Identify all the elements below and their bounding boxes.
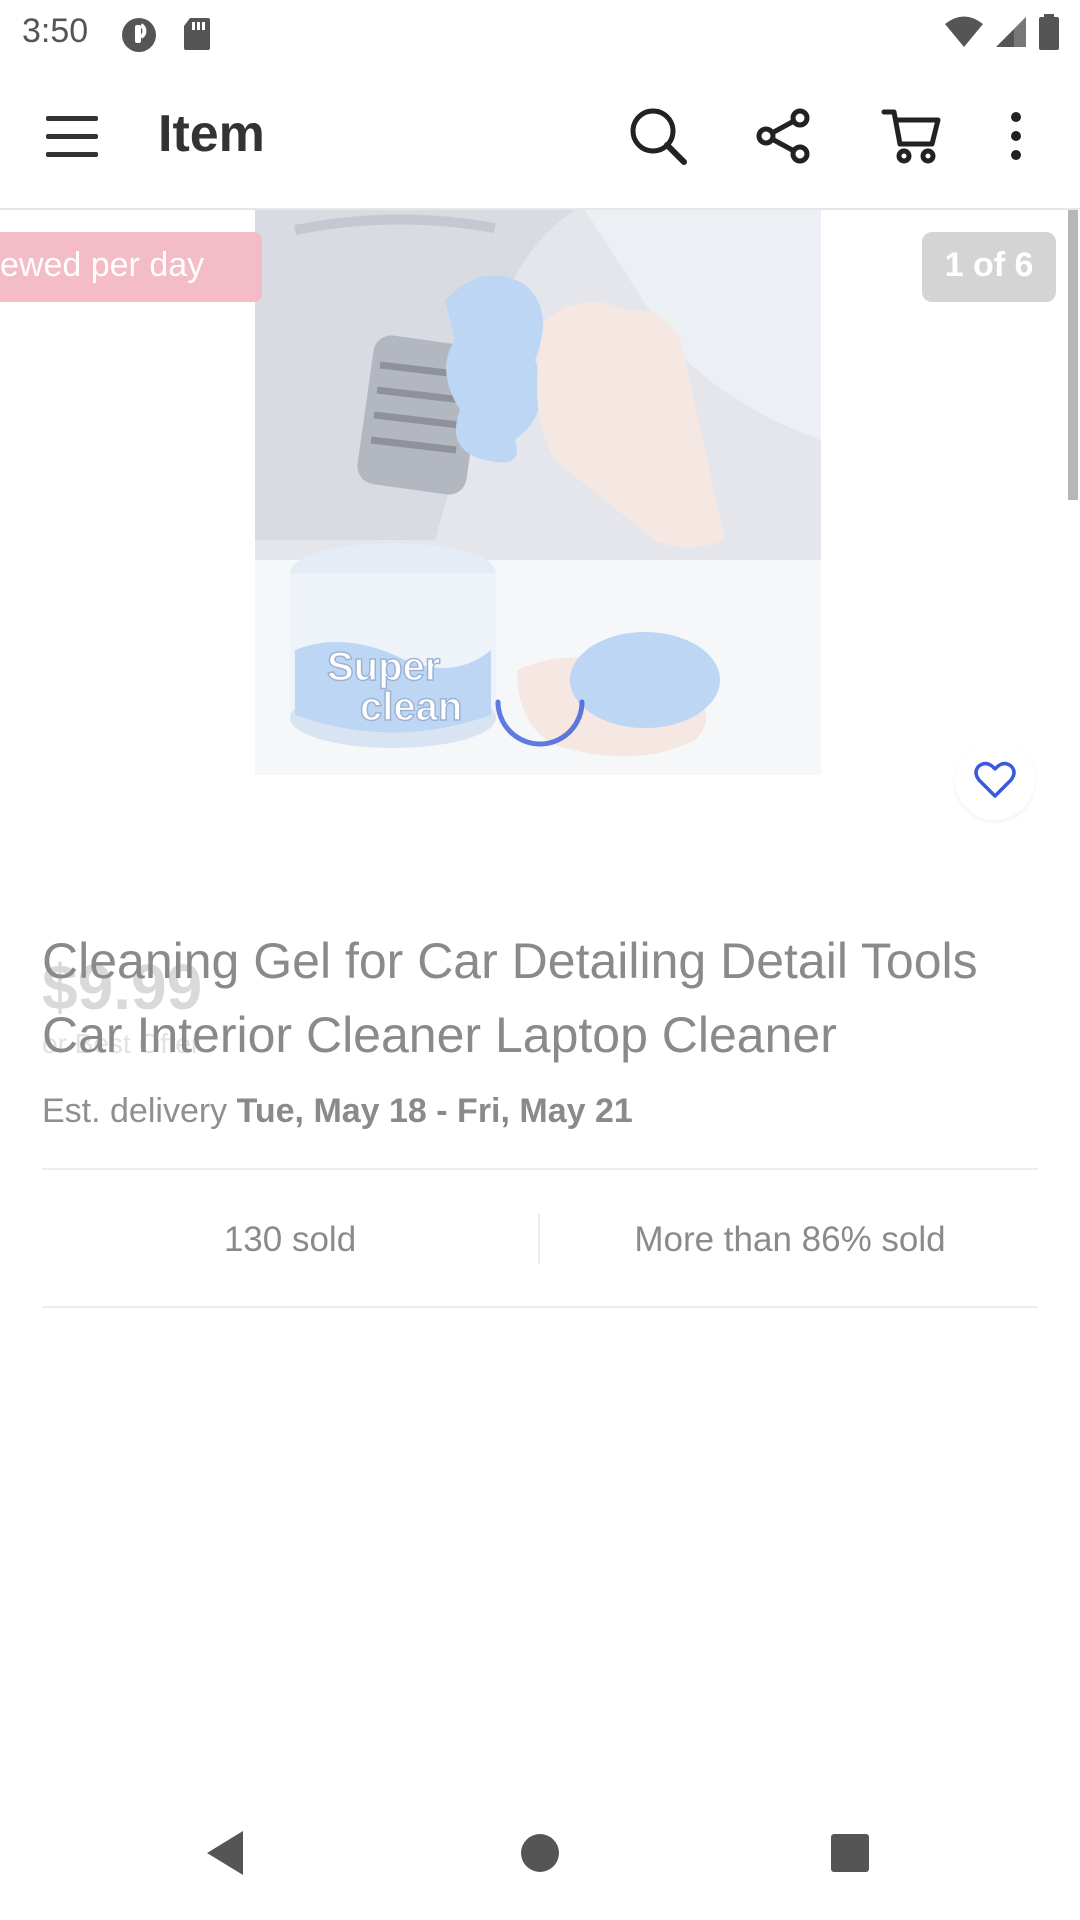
back-triangle-icon <box>207 1831 243 1875</box>
scrollbar-thumb <box>1068 210 1078 500</box>
status-time: 3:50 <box>22 12 89 50</box>
recents-button[interactable] <box>805 1808 895 1898</box>
more-options-button[interactable] <box>986 100 1046 172</box>
cell-signal-icon <box>994 15 1028 54</box>
image-counter-badge: 1 of 6 <box>922 232 1056 302</box>
system-nav-bar <box>0 1780 1080 1920</box>
battery-icon <box>1038 14 1060 55</box>
sd-card-icon <box>182 16 212 57</box>
heart-icon <box>974 761 1016 798</box>
data-saver-icon <box>120 16 158 59</box>
hamburger-icon <box>46 116 98 157</box>
image-gallery[interactable]: Super clean ewed per day 1 of 6 <box>0 210 1080 850</box>
stats-separator <box>538 1214 540 1264</box>
more-vert-icon <box>1011 112 1021 160</box>
back-button[interactable] <box>180 1808 270 1898</box>
app-bar: Item <box>0 64 1080 210</box>
status-bar: 3:50 <box>0 0 1080 64</box>
item-title: Cleaning Gel for Car Detailing Detail To… <box>42 933 978 1063</box>
page-title: Item <box>158 105 265 163</box>
home-button[interactable] <box>495 1808 585 1898</box>
share-icon <box>756 108 810 164</box>
recents-square-icon <box>831 1834 869 1872</box>
views-per-day-badge: ewed per day <box>0 232 262 302</box>
delivery-prefix: Est. delivery <box>42 1092 237 1130</box>
home-circle-icon <box>521 1834 559 1872</box>
cart-icon <box>881 109 941 164</box>
status-icons <box>944 14 1060 55</box>
wifi-icon <box>944 15 984 54</box>
estimated-delivery: Est. delivery Tue, May 18 - Fri, May 21 <box>42 1092 633 1131</box>
search-button[interactable] <box>622 100 694 172</box>
divider <box>42 1306 1038 1308</box>
menu-button[interactable] <box>42 106 104 168</box>
favorite-button[interactable] <box>955 740 1035 820</box>
loading-spinner <box>495 699 585 747</box>
search-icon <box>630 108 687 165</box>
percent-sold: More than 86% sold <box>634 1220 946 1259</box>
share-button[interactable] <box>748 100 820 172</box>
delivery-dates: Tue, May 18 - Fri, May 21 <box>236 1092 633 1130</box>
sales-stats: 130 sold More than 86% sold <box>42 1170 1038 1308</box>
sold-count: 130 sold <box>223 1220 357 1259</box>
cart-button[interactable] <box>876 100 948 172</box>
